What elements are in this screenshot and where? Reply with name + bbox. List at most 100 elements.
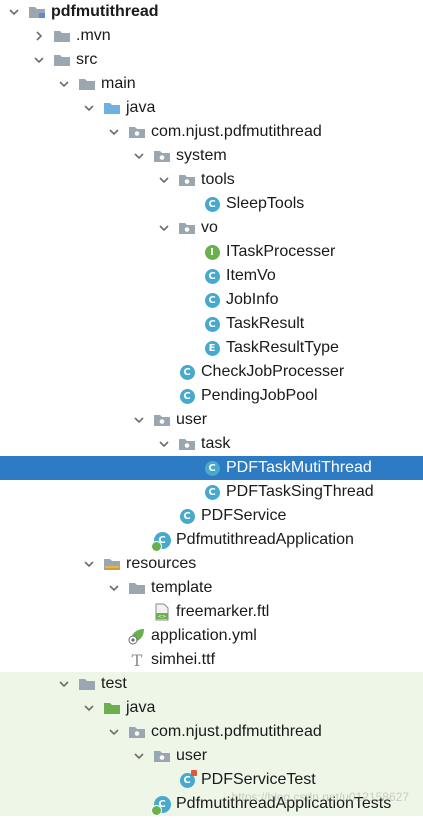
chevron-down-icon[interactable] [106, 580, 122, 596]
chevron-down-icon[interactable] [81, 556, 97, 572]
chevron-right-icon[interactable] [31, 28, 47, 44]
resources-folder-icon [103, 556, 121, 572]
class-icon: C [203, 316, 221, 332]
tree-node-pdfservice[interactable]: C PDFService [0, 504, 423, 528]
chevron-down-icon[interactable] [131, 748, 147, 764]
tree-node-label: com.njust.pdfmutithread [151, 723, 322, 740]
tree-node-label: SleepTools [226, 195, 305, 212]
folder-icon [128, 580, 146, 596]
tree-node-label: JobInfo [226, 291, 279, 308]
chevron-down-icon[interactable] [31, 52, 47, 68]
tree-node-test[interactable]: test [0, 672, 423, 696]
tree-node-label: CheckJobProcesser [201, 363, 345, 380]
tree-node-com-njust-pdfmutithread[interactable]: com.njust.pdfmutithread [0, 720, 423, 744]
tree-node-label: main [101, 75, 136, 92]
package-icon [128, 124, 146, 140]
tree-node-vo[interactable]: vo [0, 216, 423, 240]
tree-node-label: application.yml [151, 627, 257, 644]
chevron-down-icon[interactable] [81, 100, 97, 116]
source-folder-icon [103, 100, 121, 116]
tree-node-taskresulttype[interactable]: E TaskResultType [0, 336, 423, 360]
interface-icon: I [203, 244, 221, 260]
tree-node-resources[interactable]: resources [0, 552, 423, 576]
tree-node-user[interactable]: user [0, 408, 423, 432]
tree-node-src[interactable]: src [0, 48, 423, 72]
chevron-down-icon[interactable] [106, 724, 122, 740]
tree-node-task[interactable]: task [0, 432, 423, 456]
chevron-down-icon[interactable] [6, 4, 22, 20]
class-icon: C [203, 460, 221, 476]
tree-node-taskresult[interactable]: C TaskResult [0, 312, 423, 336]
chevron-down-icon[interactable] [56, 76, 72, 92]
module-folder-icon [28, 4, 46, 20]
tree-node-label: task [201, 435, 231, 452]
package-icon [153, 412, 171, 428]
package-icon [178, 172, 196, 188]
folder-icon [78, 676, 96, 692]
tree-node-label: PdfmutithreadApplication [176, 531, 354, 548]
project-tree[interactable]: pdfmutithread .mvn src main java com.njust.pd… [0, 0, 423, 816]
tree-node-label: com.njust.pdfmutithread [151, 123, 322, 140]
tree-node-freemarker-ftl[interactable]: <> freemarker.ftl [0, 600, 423, 624]
tree-node-pdftaskmutithread[interactable]: C PDFTaskMutiThread [0, 456, 423, 480]
package-icon [178, 436, 196, 452]
tree-node-tools[interactable]: tools [0, 168, 423, 192]
tree-node-label: src [76, 51, 98, 68]
tree-node-jobinfo[interactable]: C JobInfo [0, 288, 423, 312]
tree-node-template[interactable]: template [0, 576, 423, 600]
tree-node-com-njust-pdfmutithread[interactable]: com.njust.pdfmutithread [0, 120, 423, 144]
tree-node-label: simhei.ttf [151, 651, 216, 668]
chevron-down-icon[interactable] [56, 676, 72, 692]
folder-icon [53, 28, 71, 44]
tree-node-itaskprocesser[interactable]: I ITaskProcesser [0, 240, 423, 264]
tree-node-label: java [126, 699, 156, 716]
class-icon: C [203, 268, 221, 284]
tree-node-label: PendingJobPool [201, 387, 318, 404]
tree-node-pendingjobpool[interactable]: C PendingJobPool [0, 384, 423, 408]
tree-node-pdftasksingthread[interactable]: C PDFTaskSingThread [0, 480, 423, 504]
svg-text:<>: <> [158, 614, 166, 620]
tree-node-java[interactable]: java [0, 96, 423, 120]
tree-node-label: ITaskProcesser [226, 243, 336, 260]
tree-node-label: tools [201, 171, 235, 188]
chevron-down-icon[interactable] [131, 412, 147, 428]
tree-node-label: template [151, 579, 213, 596]
tree-node-pdfmutithreadapplicationtests[interactable]: C PdfmutithreadApplicationTests [0, 792, 423, 816]
tree-node-label: vo [201, 219, 218, 236]
chevron-down-icon[interactable] [156, 172, 172, 188]
tree-node-main[interactable]: main [0, 72, 423, 96]
chevron-down-icon[interactable] [106, 124, 122, 140]
tree-node-label: freemarker.ftl [176, 603, 270, 620]
folder-icon [53, 52, 71, 68]
tree-node-sleeptools[interactable]: C SleepTools [0, 192, 423, 216]
chevron-down-icon[interactable] [156, 436, 172, 452]
tree-node-label: PDFTaskSingThread [226, 483, 374, 500]
tree-node-label: .mvn [76, 27, 111, 44]
tree-node-label: resources [126, 555, 197, 572]
tree-node-label: TaskResult [226, 315, 305, 332]
class-icon: C [178, 388, 196, 404]
tree-node-pdfservicetest[interactable]: C PDFServiceTest [0, 768, 423, 792]
svg-text:T: T [132, 651, 143, 669]
class-icon: C [203, 484, 221, 500]
tree-node--mvn[interactable]: .mvn [0, 24, 423, 48]
chevron-down-icon[interactable] [131, 148, 147, 164]
chevron-down-icon[interactable] [81, 700, 97, 716]
tree-node-checkjobprocesser[interactable]: C CheckJobProcesser [0, 360, 423, 384]
class-icon: C [178, 508, 196, 524]
tree-node-pdfmutithreadapplication[interactable]: C PdfmutithreadApplication [0, 528, 423, 552]
class-icon: C [203, 292, 221, 308]
tree-node-application-yml[interactable]: application.yml [0, 624, 423, 648]
package-icon [153, 748, 171, 764]
tree-node-pdfmutithread[interactable]: pdfmutithread [0, 0, 423, 24]
tree-node-java[interactable]: java [0, 696, 423, 720]
tree-node-label: java [126, 99, 156, 116]
spring-class-icon: C [150, 795, 171, 816]
tree-node-label: ItemVo [226, 267, 276, 284]
tree-node-simhei-ttf[interactable]: Tsimhei.ttf [0, 648, 423, 672]
chevron-down-icon[interactable] [156, 220, 172, 236]
tree-node-user[interactable]: user [0, 744, 423, 768]
tree-node-system[interactable]: system [0, 144, 423, 168]
tree-node-itemvo[interactable]: C ItemVo [0, 264, 423, 288]
package-icon [178, 220, 196, 236]
